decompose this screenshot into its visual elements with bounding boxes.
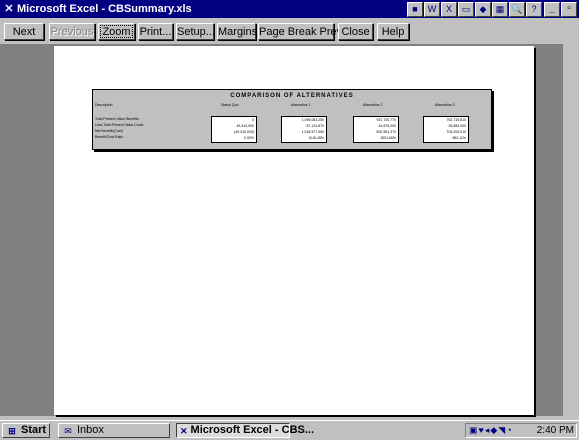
value-cell: (49,410,000) xyxy=(234,130,254,134)
clock[interactable]: 2:40 PM xyxy=(537,424,574,437)
taskbar: ⊞ Start ✉ Inbox ✕ Microsoft Excel - CBS.… xyxy=(0,420,579,440)
value-cell: 762,715,810 xyxy=(446,118,466,122)
windows-logo-icon: ⊞ xyxy=(8,425,16,436)
row-label: Total Present Value Benefits xyxy=(95,117,139,121)
value-cell: 0 xyxy=(252,118,254,122)
value-cell: 1591.66% xyxy=(380,136,396,140)
help-button[interactable]: Help xyxy=(377,23,409,40)
minimize-button[interactable]: _ xyxy=(544,2,560,17)
value-cell: 892,551,370 xyxy=(376,130,396,134)
powerpoint-icon[interactable]: ▭ xyxy=(458,2,474,17)
start-label: Start xyxy=(21,424,47,436)
close-button[interactable]: Close xyxy=(338,23,373,40)
excel-icon[interactable]: ✕ xyxy=(3,3,15,15)
zoom-button[interactable]: Zoom xyxy=(98,23,135,40)
taskbar-excel[interactable]: ✕ Microsoft Excel - CBS... xyxy=(176,423,314,438)
inbox-label: Inbox xyxy=(77,424,104,436)
header-alternative-3: Alternative 3 xyxy=(435,103,455,107)
office-shortcut-icon[interactable]: ■ xyxy=(407,2,423,17)
value-cell: 87,124,870 xyxy=(306,124,324,128)
header-alternative-1: Alternative 1 xyxy=(291,103,311,107)
header-description: Description xyxy=(95,103,113,107)
value-cell: 44,875,000 xyxy=(378,124,396,128)
inbox-icon: ✉ xyxy=(64,425,72,436)
alternative-3-values: 762,715,810 93,865,000 703,205,010 852.1… xyxy=(423,116,469,143)
row-label: Net Benefit/(Cost) xyxy=(95,129,123,133)
title-bar: ✕ Microsoft Excel - CBSummary.xls ■ W X … xyxy=(0,0,579,18)
office-toolbar: ■ W X ▭ ◆ ▦ 🔍 ? xyxy=(407,2,542,17)
header-status-quo: Status Quo xyxy=(221,103,239,107)
window-title: Microsoft Excel - CBSummary.xls xyxy=(17,3,192,15)
setup-button[interactable]: Setup... xyxy=(176,23,215,40)
header-alternative-2: Alternative 2 xyxy=(363,103,383,107)
schedule-icon[interactable]: ▦ xyxy=(492,2,508,17)
value-cell: 0.00% xyxy=(244,136,254,140)
alternative-1-values: 1,095,083,250 87,124,870 1,016,977,950 1… xyxy=(281,116,327,143)
start-button[interactable]: ⊞ Start xyxy=(2,423,50,438)
alternative-2-values: 937,730,770 44,875,000 892,551,370 1591.… xyxy=(353,116,399,143)
row-label: Less Total Present Value Costs xyxy=(95,123,144,127)
excel-task-label: Microsoft Excel - CBS... xyxy=(190,424,315,436)
value-cell: 49,410,000 xyxy=(236,124,254,128)
next-button[interactable]: Next xyxy=(4,23,44,40)
excel-shortcut-icon[interactable]: X xyxy=(441,2,457,17)
system-tray: ▣♥◂◆◥◔ 2:40 PM xyxy=(465,423,577,438)
word-icon[interactable]: W xyxy=(424,2,440,17)
previous-button[interactable]: Previous xyxy=(49,23,95,40)
value-cell: 703,205,010 xyxy=(446,130,466,134)
excel-task-icon: ✕ xyxy=(180,425,188,436)
margins-button[interactable]: Margins xyxy=(217,23,257,40)
status-quo-values: 0 49,410,000 (49,410,000) 0.00% xyxy=(211,116,257,143)
value-cell: 1015.45% xyxy=(308,136,324,140)
row-label: Benefit/Cost Ratio xyxy=(95,135,124,139)
value-cell: 937,730,770 xyxy=(376,118,396,122)
vertical-scrollbar[interactable] xyxy=(563,44,579,416)
page-break-preview-button[interactable]: Page Break Preview xyxy=(258,23,359,40)
taskbar-inbox[interactable]: ✉ Inbox xyxy=(58,423,170,438)
value-cell: 1,095,083,250 xyxy=(301,118,324,122)
tray-icons[interactable]: ▣♥◂◆◥◔ xyxy=(469,424,513,437)
comparison-table: COMPARISON OF ALTERNATIVES Description S… xyxy=(92,89,492,150)
access-icon[interactable]: ◆ xyxy=(475,2,491,17)
preview-page[interactable]: COMPARISON OF ALTERNATIVES Description S… xyxy=(54,46,534,415)
sheet-title: COMPARISON OF ALTERNATIVES xyxy=(230,93,354,99)
value-cell: 93,865,000 xyxy=(448,124,466,128)
find-icon[interactable]: 🔍 xyxy=(509,2,525,17)
value-cell: 1,016,977,950 xyxy=(301,130,324,134)
print-button[interactable]: Print... xyxy=(138,23,173,40)
restore-button[interactable]: ▫ xyxy=(561,2,577,17)
answer-wizard-icon[interactable]: ? xyxy=(526,2,542,17)
value-cell: 852.11% xyxy=(452,136,466,140)
